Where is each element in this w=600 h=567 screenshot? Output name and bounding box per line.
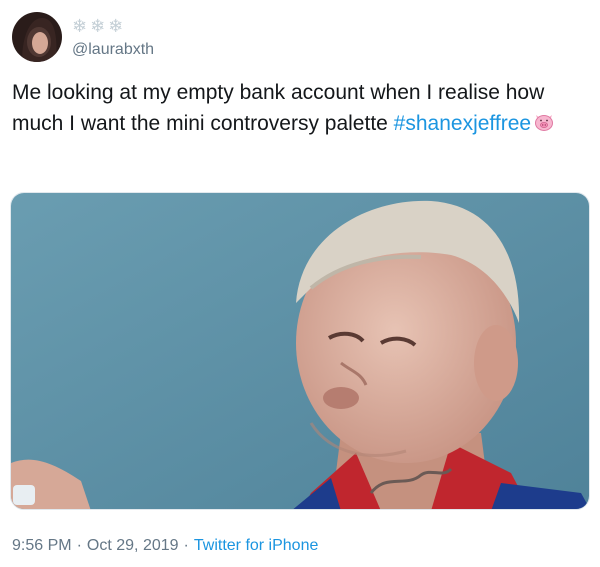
tweet-media-image[interactable] [10, 192, 590, 510]
hashtag-link[interactable]: #shanexjeffree [394, 112, 531, 135]
tweet-meta: 9:56 PM · Oct 29, 2019 · Twitter for iPhone [12, 536, 318, 556]
pig-face-icon [533, 110, 555, 131]
tweet-card: ❄❄❄ @laurabxth Me looking at my empty ba… [0, 0, 600, 567]
avatar-photo-icon [12, 12, 62, 62]
avatar[interactable] [12, 12, 62, 62]
tweet-date[interactable]: Oct 29, 2019 [87, 537, 179, 554]
tweet-time[interactable]: 9:56 PM [12, 537, 72, 554]
photo-of-person-icon [11, 193, 589, 509]
tweet-source-link[interactable]: Twitter for iPhone [194, 537, 319, 554]
user-handle[interactable]: @laurabxth [72, 40, 154, 60]
display-name[interactable]: ❄❄❄ [72, 16, 126, 36]
tweet-text: Me looking at my empty bank account when… [12, 77, 582, 139]
meta-separator: · [183, 537, 189, 554]
meta-separator: · [76, 537, 82, 554]
